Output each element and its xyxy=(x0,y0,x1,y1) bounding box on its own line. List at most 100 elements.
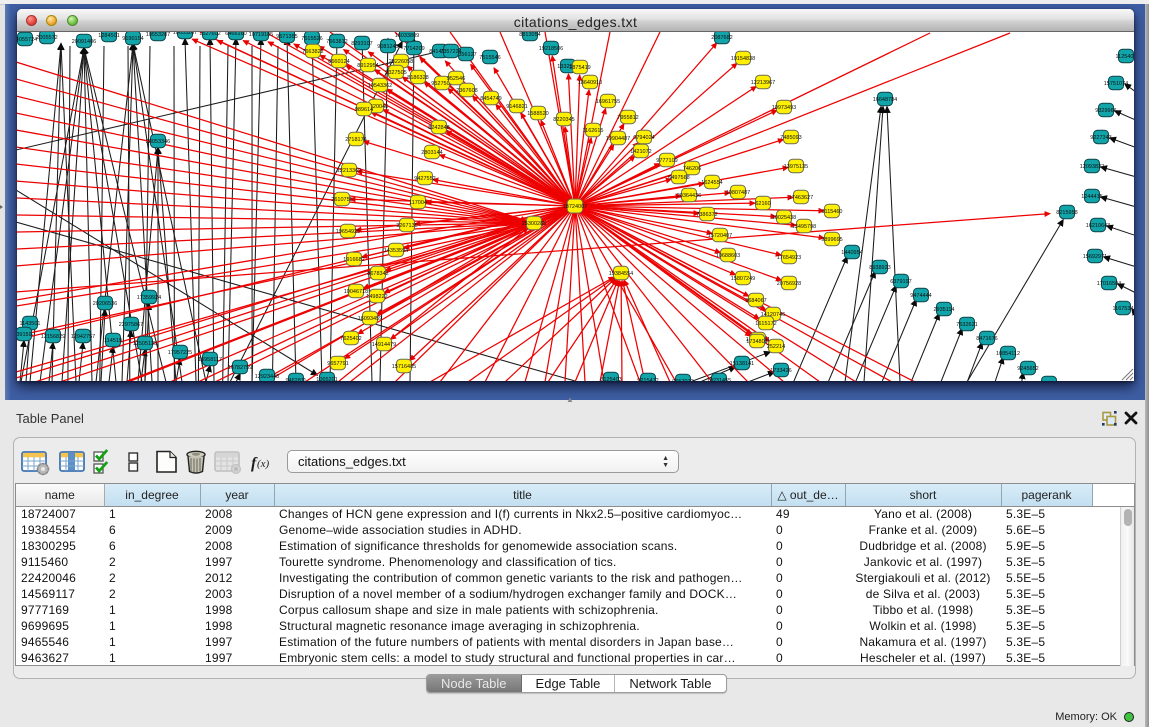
svg-text:18724007: 18724007 xyxy=(563,204,587,210)
svg-text:20364436: 20364436 xyxy=(677,193,701,199)
svg-text:8242848: 8242848 xyxy=(428,125,449,131)
svg-text:7625402: 7625402 xyxy=(340,336,361,342)
svg-text:2005572: 2005572 xyxy=(36,35,57,41)
svg-text:8215958: 8215958 xyxy=(1056,210,1077,216)
svg-text:1588520: 1588520 xyxy=(527,111,548,117)
svg-text:1125407: 1125407 xyxy=(1115,54,1134,60)
svg-text:7714209: 7714209 xyxy=(403,46,424,52)
svg-text:9227343: 9227343 xyxy=(1090,135,1111,141)
svg-text:12156829: 12156829 xyxy=(41,334,65,340)
svg-text:9684067: 9684067 xyxy=(745,298,766,304)
svg-text:15692971: 15692971 xyxy=(1083,254,1107,260)
svg-text:9657791: 9657791 xyxy=(327,361,348,367)
svg-text:10543362: 10543362 xyxy=(368,83,392,89)
svg-text:13495798: 13495798 xyxy=(792,224,816,230)
svg-text:(x): (x) xyxy=(257,458,270,470)
svg-text:9671355: 9671355 xyxy=(276,34,297,40)
svg-text:15751074: 15751074 xyxy=(1104,81,1128,87)
svg-text:12505135: 12505135 xyxy=(133,341,157,347)
svg-text:16033809: 16033809 xyxy=(395,33,419,39)
svg-text:10154838: 10154838 xyxy=(731,56,755,62)
svg-text:16961755: 16961755 xyxy=(596,99,620,105)
svg-text:1162615: 1162615 xyxy=(582,128,603,134)
svg-text:9657012: 9657012 xyxy=(672,379,693,381)
svg-text:10973493: 10973493 xyxy=(772,105,796,111)
svg-text:7485093: 7485093 xyxy=(780,135,801,141)
svg-text:7386372: 7386372 xyxy=(696,212,717,218)
svg-text:20091406: 20091406 xyxy=(72,39,96,45)
svg-text:1167534: 1167534 xyxy=(1112,306,1133,312)
svg-text:25300285: 25300285 xyxy=(522,221,546,227)
svg-text:3267130: 3267130 xyxy=(396,223,417,229)
svg-text:8912954: 8912954 xyxy=(357,63,378,69)
svg-text:14055724: 14055724 xyxy=(17,37,37,43)
svg-text:16210643: 16210643 xyxy=(1086,223,1110,229)
svg-text:19904487: 19904487 xyxy=(606,136,630,142)
svg-text:19654925: 19654925 xyxy=(336,229,360,235)
svg-text:9081245: 9081245 xyxy=(377,44,398,50)
svg-text:1916682: 1916682 xyxy=(343,257,364,263)
svg-text:1624554: 1624554 xyxy=(701,180,722,186)
svg-text:19218506: 19218506 xyxy=(539,46,563,52)
svg-text:22975867: 22975867 xyxy=(119,322,143,328)
svg-text:28053346: 28053346 xyxy=(146,139,170,145)
svg-text:23226058: 23226058 xyxy=(389,59,413,65)
svg-text:2367608: 2367608 xyxy=(456,88,477,94)
svg-text:18640910: 18640910 xyxy=(578,80,602,86)
svg-text:8660124: 8660124 xyxy=(328,59,349,65)
svg-text:7955812: 7955812 xyxy=(617,115,638,121)
svg-text:8186328: 8186328 xyxy=(407,75,428,81)
svg-text:20206536: 20206536 xyxy=(93,301,117,307)
svg-text:12923448: 12923448 xyxy=(255,374,279,380)
svg-text:1733426: 1733426 xyxy=(770,368,791,374)
svg-text:2610755: 2610755 xyxy=(331,197,352,203)
svg-text:17463627: 17463627 xyxy=(789,195,813,201)
svg-text:16648784: 16648784 xyxy=(873,97,897,103)
svg-text:19384554: 19384554 xyxy=(609,271,633,277)
svg-text:9462811: 9462811 xyxy=(285,378,306,381)
svg-text:9474444: 9474444 xyxy=(910,293,931,299)
svg-text:7515526: 7515526 xyxy=(301,36,322,42)
svg-text:9329966: 9329966 xyxy=(1095,108,1116,114)
svg-text:1421072: 1421072 xyxy=(630,149,651,155)
svg-text:2803144: 2803144 xyxy=(421,150,442,156)
svg-text:1244415: 1244415 xyxy=(1081,194,1102,200)
svg-text:2718176: 2718176 xyxy=(345,137,366,143)
svg-text:252214: 252214 xyxy=(767,344,785,350)
svg-text:6466160: 6466160 xyxy=(225,32,246,37)
svg-text:8220345: 8220345 xyxy=(553,117,574,123)
svg-text:8813054: 8813054 xyxy=(519,32,540,38)
svg-text:10046718: 10046718 xyxy=(344,289,368,295)
svg-text:16782759: 16782759 xyxy=(228,365,252,371)
svg-text:15138141: 15138141 xyxy=(730,361,754,367)
svg-text:16093459: 16093459 xyxy=(358,316,382,322)
svg-text:1065201: 1065201 xyxy=(316,377,337,381)
svg-text:7663822: 7663822 xyxy=(302,49,323,55)
svg-text:1498222: 1498222 xyxy=(366,294,387,300)
svg-text:7663812: 7663812 xyxy=(326,39,347,45)
svg-text:2935114: 2935114 xyxy=(933,307,954,313)
svg-text:1440954: 1440954 xyxy=(841,250,862,256)
svg-text:8471676: 8471676 xyxy=(976,336,997,342)
svg-text:9215472: 9215472 xyxy=(637,378,658,381)
svg-text:1527602: 1527602 xyxy=(199,32,220,37)
svg-text:9777109: 9777109 xyxy=(656,158,677,164)
svg-text:7515546: 7515546 xyxy=(479,55,500,61)
svg-text:7632621: 7632621 xyxy=(956,322,977,328)
svg-text:1284501: 1284501 xyxy=(98,33,119,39)
svg-text:9146821: 9146821 xyxy=(506,104,527,110)
svg-text:9427552: 9427552 xyxy=(414,176,435,182)
svg-text:20756928: 20756928 xyxy=(777,281,801,287)
svg-text:1875419: 1875419 xyxy=(569,65,590,71)
svg-text:10653267: 10653267 xyxy=(173,32,197,36)
svg-text:6379197: 6379197 xyxy=(890,279,911,285)
svg-text:6497568: 6497568 xyxy=(668,175,689,181)
svg-text:15716485: 15716485 xyxy=(392,364,416,370)
svg-text:17359924: 17359924 xyxy=(137,295,161,301)
svg-text:10719185: 10719185 xyxy=(249,32,273,38)
svg-text:9245652: 9245652 xyxy=(1017,366,1038,372)
svg-text:10688603: 10688603 xyxy=(716,253,740,259)
svg-text:10807487: 10807487 xyxy=(726,190,750,196)
svg-text:7357224: 7357224 xyxy=(440,49,461,55)
svg-text:8454749: 8454749 xyxy=(480,96,501,102)
